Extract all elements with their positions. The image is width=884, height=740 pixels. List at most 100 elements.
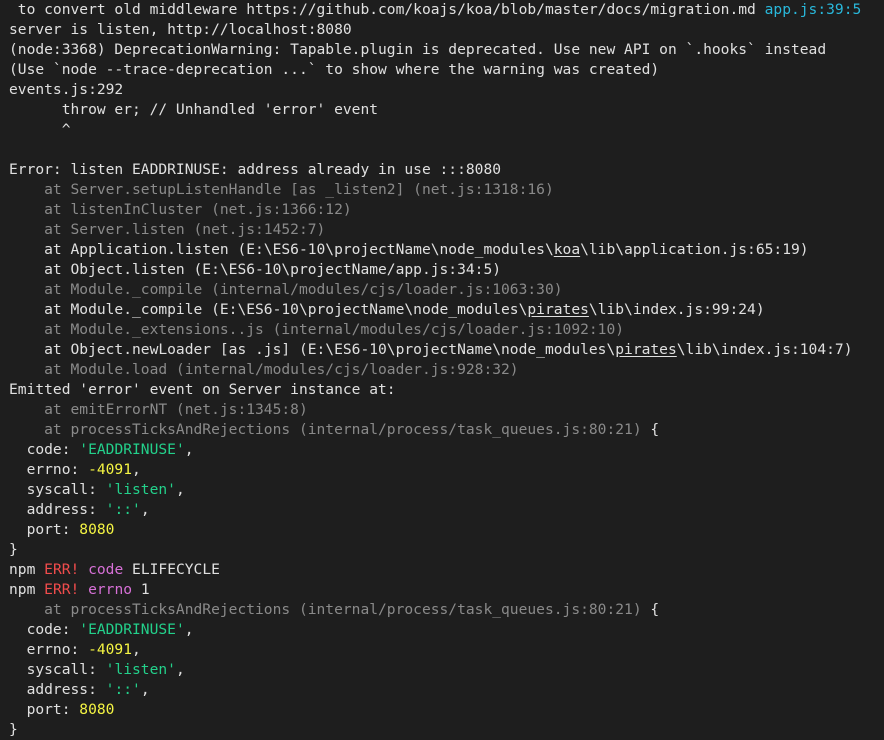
terminal-text: code <box>88 561 124 578</box>
terminal-line: Error: listen EADDRINUSE: address alread… <box>0 160 884 180</box>
terminal-line: address: '::', <box>0 680 884 700</box>
terminal-text: , <box>175 661 185 678</box>
terminal-text: 1 <box>132 581 150 598</box>
terminal-line: (Use `node --trace-deprecation ...` to s… <box>0 60 884 80</box>
terminal-text: { <box>641 601 660 618</box>
terminal-text: \lib\application.js:65:19) <box>580 241 809 258</box>
terminal-text: 'listen' <box>105 661 176 678</box>
terminal-line: at emitErrorNT (net.js:1345:8) <box>0 400 884 420</box>
terminal-text: to convert old middleware https://github… <box>9 1 765 18</box>
terminal-text: 8080 <box>79 701 115 718</box>
terminal-line: syscall: 'listen', <box>0 480 884 500</box>
terminal-text: (node:3368) DeprecationWarning: Tapable.… <box>9 41 827 58</box>
terminal-text: Error: listen EADDRINUSE: address alread… <box>9 161 502 178</box>
terminal-text: address: <box>9 681 106 698</box>
terminal-text: ERR! <box>44 561 80 578</box>
terminal-text: , <box>132 461 141 478</box>
terminal-line: (node:3368) DeprecationWarning: Tapable.… <box>0 40 884 60</box>
terminal-text: -4091 <box>88 641 133 658</box>
terminal-text: at Object.newLoader [as .js] (E:\ES6-10\… <box>9 341 616 358</box>
terminal-text: at Server.setupListenHandle [as _listen2… <box>9 181 554 198</box>
terminal-line: to convert old middleware https://github… <box>0 0 884 20</box>
terminal-text: at listenInCluster (net.js:1366:12) <box>9 201 352 218</box>
terminal-text: 'EADDRINUSE' <box>79 441 185 458</box>
terminal-text: throw er; // Unhandled 'error' event <box>9 101 379 118</box>
terminal-text: at Module._extensions..js (internal/modu… <box>9 321 625 338</box>
terminal-text: errno: <box>9 461 89 478</box>
terminal-line: } <box>0 540 884 560</box>
terminal-text: npm <box>9 581 45 598</box>
module-link[interactable]: pirates <box>527 301 589 318</box>
terminal-text: Emitted 'error' event on Server instance… <box>9 381 396 398</box>
terminal-text: ERR! <box>44 581 80 598</box>
terminal-text: '::' <box>105 681 141 698</box>
terminal-text: 'EADDRINUSE' <box>79 621 185 638</box>
terminal-line: code: 'EADDRINUSE', <box>0 440 884 460</box>
terminal-line: at Module.load (internal/modules/cjs/loa… <box>0 360 884 380</box>
terminal-line: syscall: 'listen', <box>0 660 884 680</box>
terminal-text: at Module._compile (internal/modules/cjs… <box>9 281 563 298</box>
terminal-line: at listenInCluster (net.js:1366:12) <box>0 200 884 220</box>
terminal-text: , <box>175 481 185 498</box>
terminal-text: 8080 <box>79 521 115 538</box>
terminal-line: errno: -4091, <box>0 460 884 480</box>
terminal-text: , <box>132 641 141 658</box>
terminal-text: (Use `node --trace-deprecation ...` to s… <box>9 61 660 78</box>
terminal-line: address: '::', <box>0 500 884 520</box>
terminal-text: at Server.listen (net.js:1452:7) <box>9 221 326 238</box>
source-link[interactable]: app.js:39:5 <box>765 1 862 18</box>
terminal-output[interactable]: to convert old middleware https://github… <box>0 0 884 740</box>
terminal-line: Emitted 'error' event on Server instance… <box>0 380 884 400</box>
terminal-text: , <box>184 621 194 638</box>
terminal-text: , <box>184 441 194 458</box>
terminal-text: { <box>641 421 660 438</box>
terminal-text: errno: <box>9 641 89 658</box>
terminal-text: code: <box>9 621 80 638</box>
terminal-text: syscall: <box>9 481 106 498</box>
terminal-line: port: 8080 <box>0 700 884 720</box>
terminal-line: at Module._extensions..js (internal/modu… <box>0 320 884 340</box>
terminal-text: code: <box>9 441 80 458</box>
terminal-line: at Server.listen (net.js:1452:7) <box>0 220 884 240</box>
terminal-text: at Module.load (internal/modules/cjs/loa… <box>9 361 519 378</box>
terminal-text: at processTicksAndRejections (internal/p… <box>9 421 642 438</box>
terminal-text: } <box>9 721 18 738</box>
terminal-text: at Object.listen (E:\ES6-10\projectName/… <box>9 261 502 278</box>
terminal-text: 'listen' <box>105 481 176 498</box>
terminal-line: port: 8080 <box>0 520 884 540</box>
terminal-line: code: 'EADDRINUSE', <box>0 620 884 640</box>
terminal-text: at emitErrorNT (net.js:1345:8) <box>9 401 308 418</box>
terminal-text: address: <box>9 501 106 518</box>
terminal-line: at Server.setupListenHandle [as _listen2… <box>0 180 884 200</box>
terminal-line: at processTicksAndRejections (internal/p… <box>0 420 884 440</box>
terminal-text: \lib\index.js:99:24) <box>588 301 765 318</box>
terminal-line: server is listen, http://localhost:8080 <box>0 20 884 40</box>
terminal-text: events.js:292 <box>9 81 124 98</box>
terminal-text: \lib\index.js:104:7) <box>676 341 853 358</box>
terminal-line: at Object.newLoader [as .js] (E:\ES6-10\… <box>0 340 884 360</box>
terminal-text: -4091 <box>88 461 133 478</box>
terminal-line: errno: -4091, <box>0 640 884 660</box>
terminal-text: , <box>140 501 150 518</box>
terminal-line: at Module._compile (E:\ES6-10\projectNam… <box>0 300 884 320</box>
terminal-text: errno <box>88 581 133 598</box>
terminal-line: at Object.listen (E:\ES6-10\projectName/… <box>0 260 884 280</box>
terminal-text: ^ <box>9 121 71 138</box>
terminal-line: } <box>0 720 884 740</box>
terminal-line: events.js:292 <box>0 80 884 100</box>
terminal-text: syscall: <box>9 661 106 678</box>
terminal-text: port: <box>9 701 80 718</box>
terminal-text: server is listen, http://localhost:8080 <box>9 21 352 38</box>
terminal-text: at processTicksAndRejections (internal/p… <box>9 601 642 618</box>
terminal-line: npm ERR! code ELIFECYCLE <box>0 560 884 580</box>
terminal-line: ^ <box>0 120 884 140</box>
module-link[interactable]: pirates <box>615 341 677 358</box>
terminal-text: port: <box>9 521 80 538</box>
terminal-line: npm ERR! errno 1 <box>0 580 884 600</box>
terminal-text: npm <box>9 561 45 578</box>
module-link[interactable]: koa <box>554 241 580 258</box>
terminal-line: at Module._compile (internal/modules/cjs… <box>0 280 884 300</box>
